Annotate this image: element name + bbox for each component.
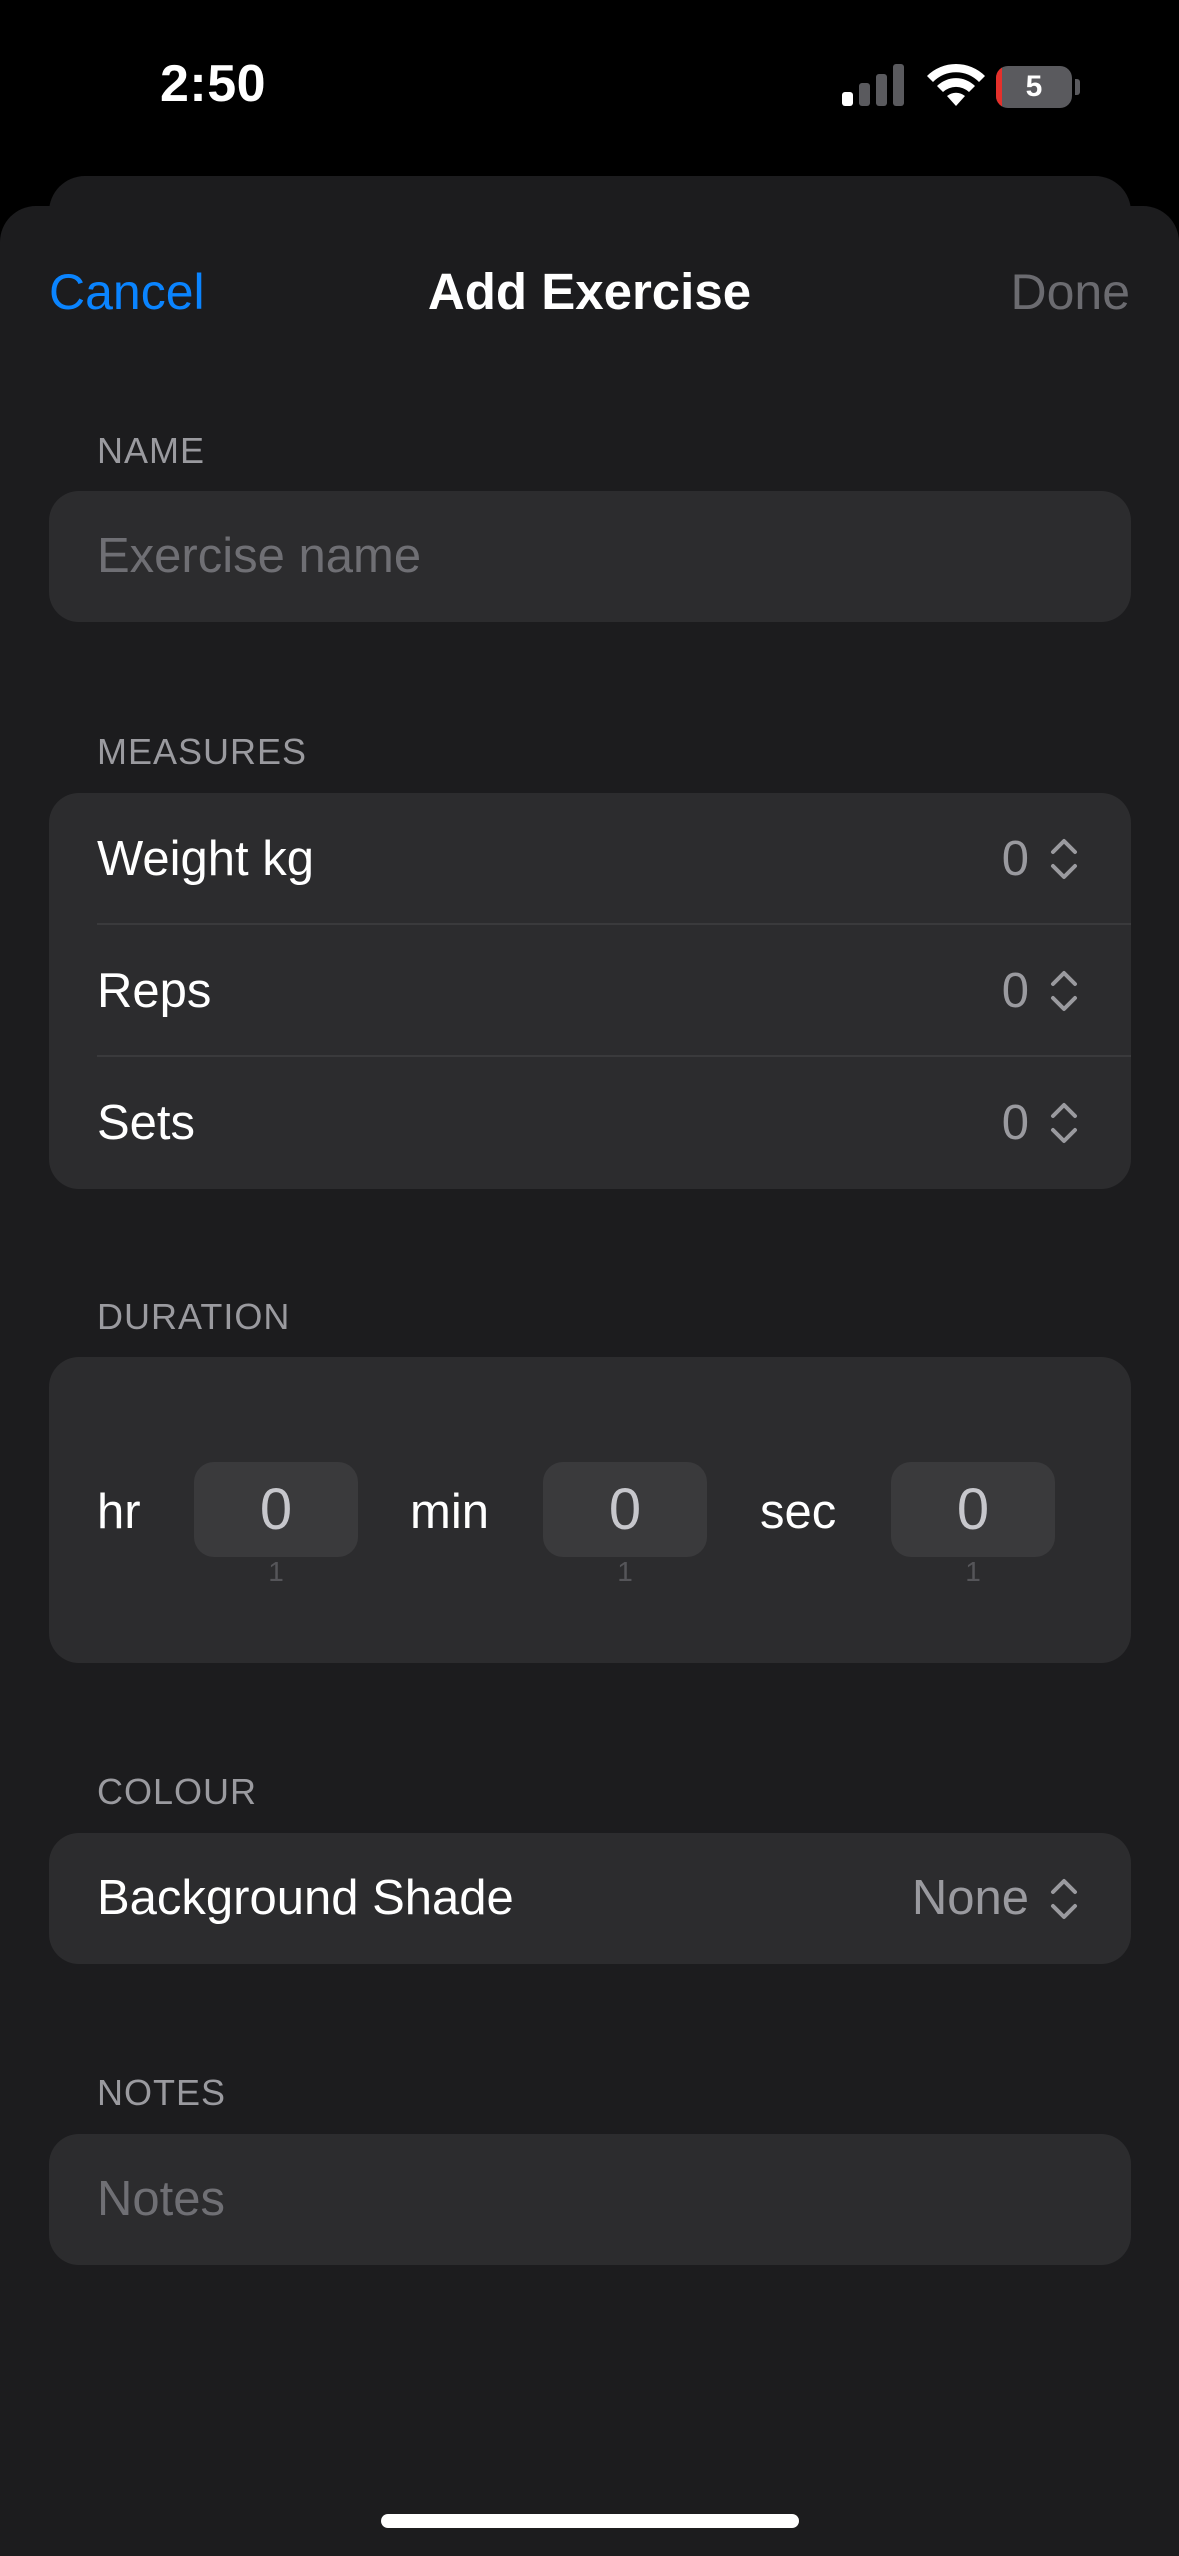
minutes-label: min [410, 1485, 489, 1539]
measure-label: Weight kg [97, 832, 314, 886]
hours-picker[interactable]: 0 [194, 1462, 358, 1557]
seconds-next-value: 1 [965, 1557, 981, 1581]
up-down-chevron-icon[interactable] [1048, 833, 1080, 885]
cellular-signal-icon [842, 64, 904, 106]
up-down-chevron-icon[interactable] [1048, 1873, 1080, 1925]
notes-section-header: NOTES [97, 2072, 227, 2113]
exercise-name-placeholder: Exercise name [97, 529, 422, 583]
colour-section-header: COLOUR [97, 1771, 258, 1812]
minutes-picker[interactable]: 0 [543, 1462, 707, 1557]
measure-row-reps[interactable]: Reps 0 [49, 925, 1131, 1057]
status-time: 2:50 [160, 55, 267, 113]
status-bar: 2:50 5 [0, 0, 1179, 180]
measure-label: Sets [97, 1096, 196, 1150]
notes-placeholder: Notes [97, 2172, 226, 2226]
seconds-picker[interactable]: 0 [891, 1462, 1055, 1557]
measures-card: Weight kg 0 Reps 0 Sets 0 [49, 793, 1131, 1189]
done-button[interactable]: Done [1010, 262, 1130, 322]
hours-next-value: 1 [268, 1557, 284, 1581]
page-title: Add Exercise [427, 263, 752, 320]
seconds-label: sec [760, 1485, 837, 1539]
background-shade-value: None [911, 1871, 1029, 1925]
wifi-icon [927, 63, 985, 106]
notes-field[interactable]: Notes [49, 2134, 1131, 2265]
measure-row-weight[interactable]: Weight kg 0 [49, 793, 1131, 925]
battery-icon: 5 [996, 66, 1080, 108]
measures-section-header: MEASURES [97, 731, 308, 772]
duration-card: hr 0 1 min 0 1 sec 0 1 [49, 1357, 1131, 1663]
duration-section-header: DURATION [97, 1296, 291, 1337]
measure-value: 0 [1001, 1096, 1029, 1150]
measure-value: 0 [1001, 964, 1029, 1018]
measure-label: Reps [97, 964, 212, 1018]
background-shade-label: Background Shade [97, 1871, 514, 1925]
background-shade-row[interactable]: Background Shade None [49, 1833, 1131, 1964]
exercise-name-field[interactable]: Exercise name [49, 491, 1131, 622]
up-down-chevron-icon[interactable] [1048, 965, 1080, 1017]
home-indicator[interactable] [381, 2514, 799, 2528]
hours-label: hr [97, 1485, 141, 1539]
battery-level: 5 [1025, 70, 1043, 103]
minutes-next-value: 1 [617, 1557, 633, 1581]
measure-row-sets[interactable]: Sets 0 [49, 1057, 1131, 1189]
up-down-chevron-icon[interactable] [1048, 1097, 1080, 1149]
measure-value: 0 [1001, 832, 1029, 886]
name-section-header: NAME [97, 430, 206, 471]
